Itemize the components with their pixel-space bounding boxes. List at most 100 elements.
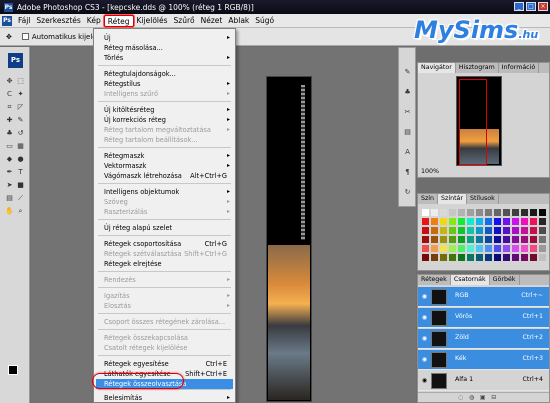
menu-select[interactable]: Kijelölés [134, 15, 171, 27]
eyedropper-icon[interactable]: ⟋ [16, 194, 25, 203]
color-swatch[interactable] [529, 244, 538, 253]
color-swatch[interactable] [475, 217, 484, 226]
color-swatch[interactable] [466, 226, 475, 235]
color-swatch[interactable] [511, 244, 520, 253]
tab-color[interactable]: Szín [418, 194, 439, 204]
tab-channels[interactable]: Csatornák [450, 275, 490, 285]
channel-row[interactable]: ◉ RGB Ctrl+~ [418, 287, 549, 307]
color-swatch[interactable] [484, 235, 493, 244]
layer-menu-item[interactable]: Új ▸ [96, 33, 233, 43]
eye-icon[interactable]: ◉ [421, 356, 428, 363]
slice-tool-icon[interactable]: ◸ [16, 103, 25, 112]
history-brush-icon[interactable]: ↺ [16, 129, 25, 138]
color-swatch[interactable] [439, 208, 448, 217]
layer-menu-item[interactable]: Belesimítás ▸ [96, 393, 233, 403]
color-swatch[interactable] [493, 226, 502, 235]
color-swatch[interactable] [538, 226, 547, 235]
tab-navigator[interactable]: Navigátor [418, 63, 456, 73]
menu-filter[interactable]: Szűrő [171, 15, 198, 27]
layer-menu-item[interactable]: Intelligens objektumok ▸ [96, 187, 233, 197]
photoshop-menu-icon[interactable]: Ps [2, 15, 12, 26]
brush-tool-icon[interactable]: ✎ [16, 116, 25, 125]
color-swatch[interactable] [520, 244, 529, 253]
healing-brush-icon[interactable]: ✚ [5, 116, 14, 125]
color-swatch[interactable] [529, 208, 538, 217]
swatch-grid[interactable] [421, 208, 547, 268]
color-swatch[interactable] [502, 253, 511, 262]
color-swatch[interactable] [502, 208, 511, 217]
layer-menu-item[interactable]: Új kitöltésréteg ▸ [96, 105, 233, 115]
color-swatch[interactable] [493, 235, 502, 244]
layer-menu-item[interactable]: Új korrekciós réteg ▸ [96, 115, 233, 125]
color-swatch[interactable] [511, 208, 520, 217]
menu-layer[interactable]: Réteg [103, 14, 134, 27]
color-swatch[interactable] [538, 244, 547, 253]
menu-edit[interactable]: Szerkesztés [33, 15, 83, 27]
tab-info[interactable]: Információ [499, 63, 540, 73]
minimize-icon[interactable]: _ [514, 2, 524, 11]
menu-window[interactable]: Ablak [225, 15, 252, 27]
layer-menu-item[interactable]: Vágómaszk létrehozása Alt+Ctrl+G [96, 171, 233, 181]
paragraph-panel-icon[interactable]: ¶ [403, 168, 412, 177]
color-swatch[interactable] [493, 244, 502, 253]
tab-curves[interactable]: Görbék [490, 275, 520, 285]
layer-menu-item[interactable]: Láthatók egyesítése Shift+Ctrl+E [96, 369, 233, 379]
color-swatch[interactable] [448, 208, 457, 217]
blur-tool-icon[interactable]: ◆ [5, 155, 14, 164]
color-swatch[interactable] [439, 217, 448, 226]
color-swatch[interactable] [520, 235, 529, 244]
color-swatch[interactable] [457, 208, 466, 217]
maximize-icon[interactable]: □ [526, 2, 536, 11]
color-swatch[interactable] [511, 226, 520, 235]
color-swatch[interactable] [430, 244, 439, 253]
layer-menu-item[interactable]: Rétegtulajdonságok... [96, 69, 233, 79]
eraser-tool-icon[interactable]: ▭ [5, 142, 14, 151]
color-swatch[interactable] [466, 217, 475, 226]
zoom-value[interactable]: 100% [421, 168, 439, 175]
color-swatch[interactable] [475, 208, 484, 217]
color-swatch[interactable] [430, 253, 439, 262]
move-tool-icon[interactable]: ✥ [5, 77, 14, 86]
color-swatch[interactable] [511, 235, 520, 244]
color-swatch[interactable] [421, 253, 430, 262]
color-swatch[interactable] [475, 244, 484, 253]
channel-row[interactable]: ◉ Alfa 1 Ctrl+4 [418, 371, 549, 391]
layer-menu-item[interactable]: Réteg másolása... [96, 43, 233, 53]
color-swatch[interactable] [457, 226, 466, 235]
magic-wand-icon[interactable]: ✦ [16, 90, 25, 99]
color-swatch[interactable] [439, 253, 448, 262]
color-swatch[interactable] [448, 226, 457, 235]
color-swatch[interactable] [538, 217, 547, 226]
layer-menu-item[interactable]: Rétegstílus ▸ [96, 79, 233, 89]
shape-tool-icon[interactable]: ■ [16, 181, 25, 190]
color-swatch[interactable] [520, 208, 529, 217]
eye-icon[interactable]: ◉ [421, 377, 428, 384]
color-swatch[interactable] [475, 226, 484, 235]
color-swatch[interactable] [466, 244, 475, 253]
eye-icon[interactable]: ◉ [421, 335, 428, 342]
menu-view[interactable]: Nézet [198, 15, 226, 27]
layer-menu-item[interactable]: Rétegek egyesítése Ctrl+E [96, 359, 233, 369]
layer-menu-item[interactable]: Rétegmaszk ▸ [96, 151, 233, 161]
channel-row[interactable]: ◉ Kék Ctrl+3 [418, 350, 549, 370]
stamp-tool-icon[interactable]: ♣ [5, 129, 14, 138]
pen-tool-icon[interactable]: ✒ [5, 168, 14, 177]
color-swatch[interactable] [538, 208, 547, 217]
crop-tool-icon[interactable]: ⌗ [5, 103, 14, 112]
color-swatch[interactable] [430, 235, 439, 244]
foreground-color-swatch[interactable] [8, 365, 18, 375]
color-swatch[interactable] [529, 235, 538, 244]
eye-icon[interactable]: ◉ [421, 293, 428, 300]
menu-help[interactable]: Súgó [252, 15, 277, 27]
color-swatch[interactable] [430, 226, 439, 235]
color-swatch[interactable] [439, 226, 448, 235]
history-panel-icon[interactable]: ↻ [403, 188, 412, 197]
color-swatch[interactable] [421, 208, 430, 217]
color-swatch[interactable] [448, 244, 457, 253]
color-swatch[interactable] [493, 217, 502, 226]
color-swatch[interactable] [475, 253, 484, 262]
notes-tool-icon[interactable]: ▤ [5, 194, 14, 203]
color-swatch[interactable] [493, 253, 502, 262]
color-swatch[interactable] [520, 226, 529, 235]
tab-swatches[interactable]: Színtár [438, 194, 468, 204]
